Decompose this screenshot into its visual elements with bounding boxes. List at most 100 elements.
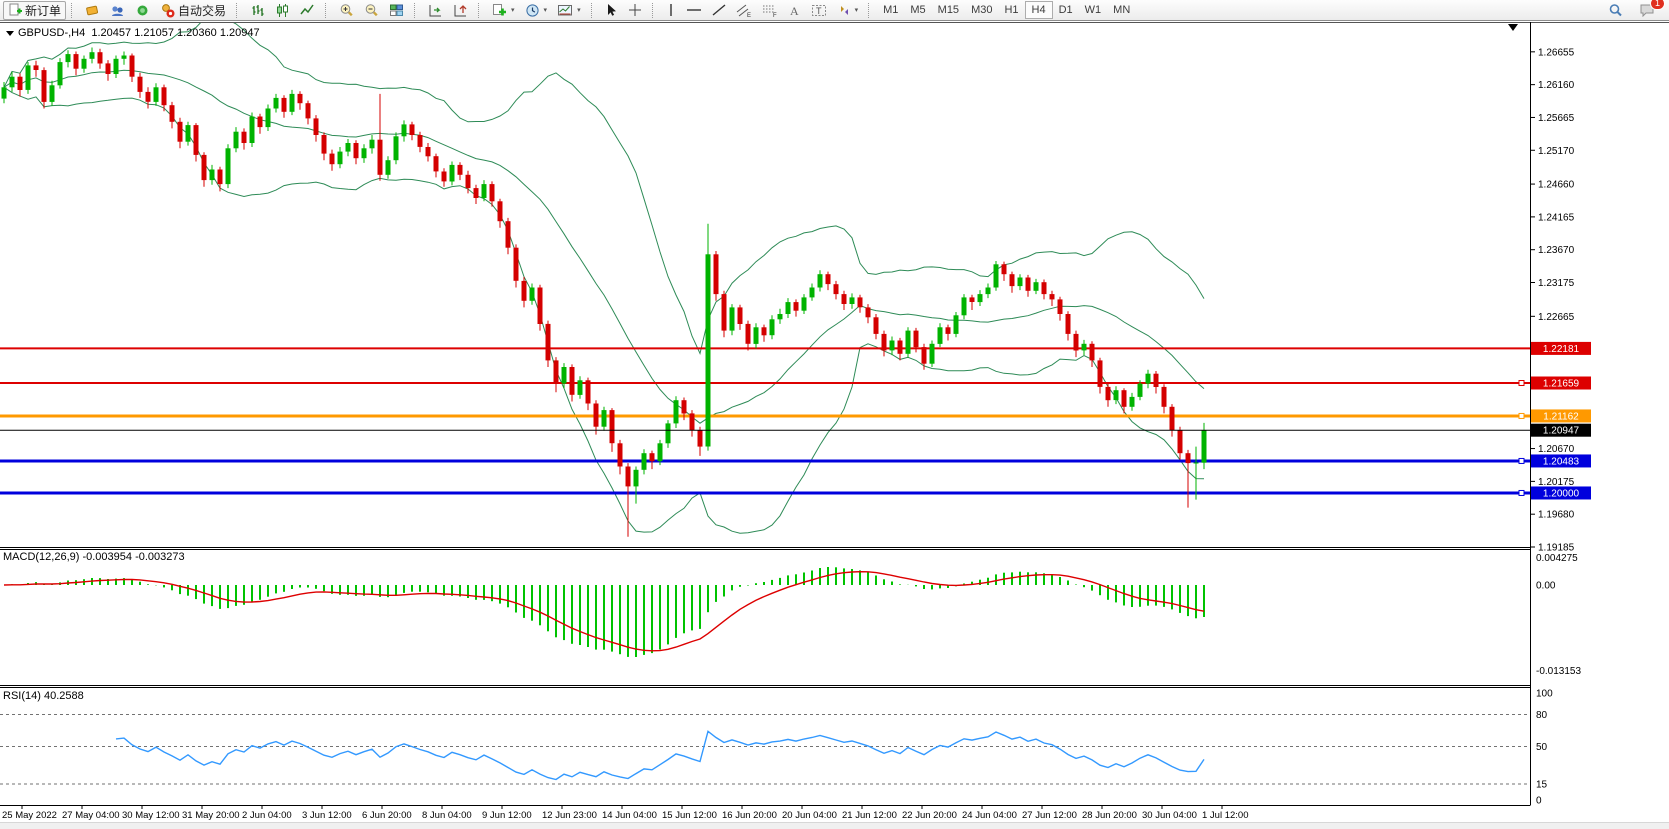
svg-text:3 Jun 12:00: 3 Jun 12:00 xyxy=(302,810,352,821)
horizontal-line-button[interactable] xyxy=(681,1,707,20)
toolbar-separator xyxy=(236,3,241,18)
svg-text:0.00: 0.00 xyxy=(1536,581,1556,592)
timeframe-w1-button[interactable]: W1 xyxy=(1079,2,1108,18)
market-watch-icon xyxy=(85,3,100,18)
crosshair-button[interactable] xyxy=(623,1,647,20)
timeframe-h4-button[interactable]: H4 xyxy=(1025,1,1053,19)
equidistant-channel-button[interactable]: E xyxy=(731,1,757,20)
market-watch-button[interactable] xyxy=(80,1,105,20)
svg-text:1.23670: 1.23670 xyxy=(1538,245,1575,256)
auto-trading-button[interactable]: 自动交易 xyxy=(155,1,231,20)
svg-text:F: F xyxy=(773,13,777,18)
arrows-dropdown-arrow: ▾ xyxy=(855,6,859,14)
cursor-icon xyxy=(605,3,618,17)
svg-text:1.25665: 1.25665 xyxy=(1538,113,1575,124)
templates-icon xyxy=(557,3,573,18)
tile-windows-icon xyxy=(389,3,404,18)
toolbar-separator xyxy=(414,3,419,18)
svg-text:-0.013153: -0.013153 xyxy=(1536,666,1581,677)
templates-button[interactable]: ▾ xyxy=(552,1,586,20)
toolbar-separator xyxy=(325,3,330,18)
trendline-button[interactable] xyxy=(707,1,731,20)
svg-text:1.19680: 1.19680 xyxy=(1538,510,1575,521)
text-button[interactable]: A xyxy=(783,1,806,20)
svg-text:1.22181: 1.22181 xyxy=(1543,344,1580,355)
text-label-icon: T xyxy=(811,3,827,18)
candlestick-button[interactable] xyxy=(270,1,295,20)
navigator-button[interactable] xyxy=(130,1,155,20)
data-window-button[interactable] xyxy=(105,1,130,20)
svg-text:8 Jun 04:00: 8 Jun 04:00 xyxy=(422,810,472,821)
svg-text:25 May 2022: 25 May 2022 xyxy=(2,810,57,821)
toolbar: 新订单 自动交易 xyxy=(0,0,1669,21)
svg-text:30 May 12:00: 30 May 12:00 xyxy=(122,810,180,821)
auto-scroll-button[interactable] xyxy=(423,1,448,20)
text-label-button[interactable]: T xyxy=(806,1,832,20)
svg-text:1.26655: 1.26655 xyxy=(1538,47,1575,58)
indicators-button[interactable]: ▾ xyxy=(487,1,520,20)
cursor-button[interactable] xyxy=(600,1,623,20)
timeframe-mn-button[interactable]: MN xyxy=(1107,2,1136,18)
svg-text:50: 50 xyxy=(1536,742,1548,753)
auto-trading-label: 自动交易 xyxy=(178,2,226,19)
svg-text:30 Jun 04:00: 30 Jun 04:00 xyxy=(1142,810,1197,821)
arrows-button[interactable]: ▾ xyxy=(832,1,864,20)
svg-text:1.23175: 1.23175 xyxy=(1538,278,1575,289)
new-order-button[interactable]: 新订单 xyxy=(3,1,66,20)
community-button[interactable]: 1 xyxy=(1634,1,1660,20)
chart-canvas[interactable]: 1.221811.216591.211621.204831.200001.209… xyxy=(0,22,1669,822)
svg-text:1.22665: 1.22665 xyxy=(1538,312,1575,323)
svg-text:22 Jun 20:00: 22 Jun 20:00 xyxy=(902,810,957,821)
svg-text:15 Jun 12:00: 15 Jun 12:00 xyxy=(662,810,717,821)
svg-text:80: 80 xyxy=(1536,710,1548,721)
search-button[interactable] xyxy=(1603,1,1628,20)
line-chart-icon xyxy=(300,3,315,18)
zoom-out-button[interactable] xyxy=(359,1,384,20)
templates-dropdown-arrow: ▾ xyxy=(577,6,581,14)
svg-text:20 Jun 04:00: 20 Jun 04:00 xyxy=(782,810,837,821)
timeframe-m1-button[interactable]: M1 xyxy=(877,2,904,18)
svg-text:A: A xyxy=(790,4,799,17)
timeframe-d1-button[interactable]: D1 xyxy=(1053,2,1079,18)
new-order-label: 新订单 xyxy=(25,2,61,19)
arrows-icon xyxy=(837,3,851,17)
vertical-line-button[interactable] xyxy=(661,1,681,20)
zoom-in-icon xyxy=(339,3,354,18)
svg-text:1.21659: 1.21659 xyxy=(1543,379,1580,390)
periods-button[interactable]: ▾ xyxy=(520,1,553,20)
svg-text:1.21162: 1.21162 xyxy=(1543,411,1579,422)
timeframe-m5-button[interactable]: M5 xyxy=(904,2,931,18)
svg-text:15: 15 xyxy=(1536,780,1548,791)
svg-text:1.20000: 1.20000 xyxy=(1543,488,1580,499)
timeframe-h1-button[interactable]: H1 xyxy=(998,2,1024,18)
indicators-dropdown-arrow: ▾ xyxy=(511,6,515,14)
fibonacci-icon: F xyxy=(762,3,778,18)
tile-windows-button[interactable] xyxy=(384,1,409,20)
toolbar-separator xyxy=(71,3,76,18)
svg-text:14 Jun 04:00: 14 Jun 04:00 xyxy=(602,810,657,821)
svg-text:12 Jun 23:00: 12 Jun 23:00 xyxy=(542,810,597,821)
zoom-in-button[interactable] xyxy=(334,1,359,20)
timeframe-m15-button[interactable]: M15 xyxy=(932,2,965,18)
timeframe-m30-button[interactable]: M30 xyxy=(965,2,998,18)
data-window-icon xyxy=(110,3,125,18)
mt4-window: 新订单 自动交易 xyxy=(0,0,1669,829)
bar-chart-button[interactable] xyxy=(245,1,270,20)
auto-trading-icon xyxy=(160,3,175,18)
bar-chart-icon xyxy=(250,3,265,18)
equidistant-channel-icon: E xyxy=(736,3,752,18)
svg-text:31 May 20:00: 31 May 20:00 xyxy=(182,810,240,821)
chart-shift-button[interactable] xyxy=(448,1,473,20)
svg-text:100: 100 xyxy=(1536,689,1553,700)
svg-text:0: 0 xyxy=(1536,796,1542,807)
line-chart-button[interactable] xyxy=(295,1,320,20)
toolbar-right-group: 1 xyxy=(1603,1,1666,20)
svg-text:T: T xyxy=(816,6,822,16)
toolbar-separator xyxy=(868,3,873,18)
svg-text:9 Jun 12:00: 9 Jun 12:00 xyxy=(482,810,532,821)
svg-text:0.004275: 0.004275 xyxy=(1536,553,1578,564)
fibonacci-button[interactable]: F xyxy=(757,1,783,20)
navigator-icon xyxy=(135,3,150,18)
svg-text:1.24660: 1.24660 xyxy=(1538,180,1575,191)
svg-text:21 Jun 12:00: 21 Jun 12:00 xyxy=(842,810,897,821)
